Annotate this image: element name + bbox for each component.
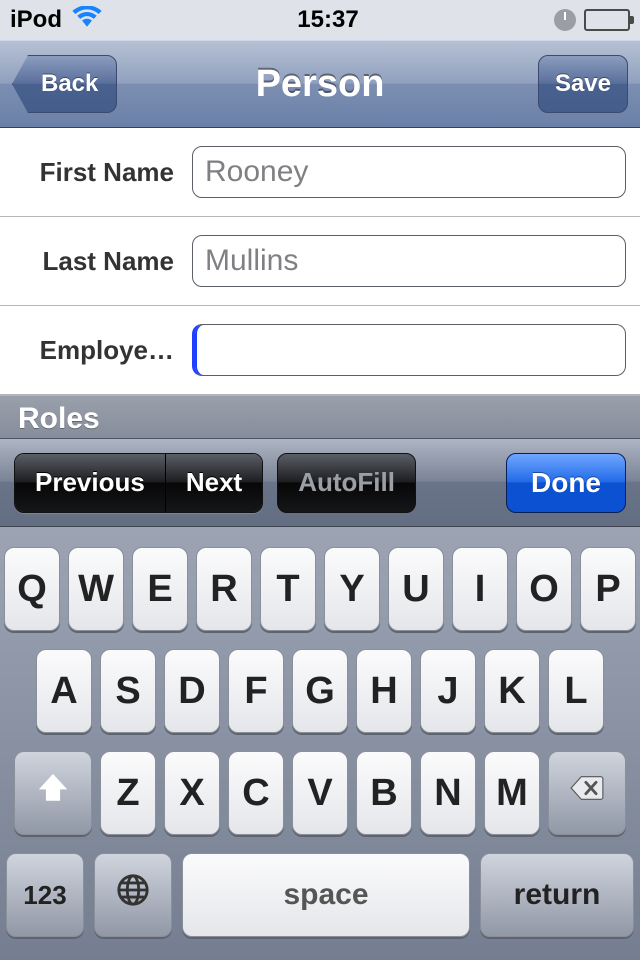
backspace-icon <box>570 771 604 815</box>
key-w[interactable]: W <box>68 547 124 631</box>
employee-input[interactable] <box>192 324 626 376</box>
keyboard: QWERTYUIOP ASDFGHJKL ZXCVBNM 123 space r… <box>0 526 640 960</box>
key-b[interactable]: B <box>356 751 412 835</box>
key-j[interactable]: J <box>420 649 476 733</box>
key-x[interactable]: X <box>164 751 220 835</box>
next-button[interactable]: Next <box>165 454 262 512</box>
key-i[interactable]: I <box>452 547 508 631</box>
battery-icon <box>584 9 630 31</box>
done-button[interactable]: Done <box>506 453 626 513</box>
save-button[interactable]: Save <box>538 55 628 113</box>
key-d[interactable]: D <box>164 649 220 733</box>
key-o[interactable]: O <box>516 547 572 631</box>
return-key[interactable]: return <box>480 853 634 937</box>
clock-time: 15:37 <box>297 6 358 34</box>
shift-icon <box>36 771 70 815</box>
key-z[interactable]: Z <box>100 751 156 835</box>
globe-icon <box>116 873 150 917</box>
key-v[interactable]: V <box>292 751 348 835</box>
roles-section-header: Roles <box>0 395 640 443</box>
key-c[interactable]: C <box>228 751 284 835</box>
key-r[interactable]: R <box>196 547 252 631</box>
numbers-key[interactable]: 123 <box>6 853 84 937</box>
form-accessory-bar: Previous Next AutoFill Done <box>0 438 640 526</box>
last-name-input[interactable] <box>192 235 626 287</box>
employee-row: Employe… <box>0 306 640 395</box>
autofill-button[interactable]: AutoFill <box>277 453 416 513</box>
key-t[interactable]: T <box>260 547 316 631</box>
globe-key[interactable] <box>94 853 172 937</box>
clock-icon <box>554 9 576 31</box>
key-s[interactable]: S <box>100 649 156 733</box>
key-m[interactable]: M <box>484 751 540 835</box>
key-e[interactable]: E <box>132 547 188 631</box>
nav-bar: Back Person Save <box>0 40 640 128</box>
space-key[interactable]: space <box>182 853 470 937</box>
key-h[interactable]: H <box>356 649 412 733</box>
last-name-row: Last Name <box>0 217 640 306</box>
prev-next-group: Previous Next <box>14 453 263 513</box>
back-button[interactable]: Back <box>12 55 117 113</box>
save-button-label: Save <box>555 70 611 98</box>
key-y[interactable]: Y <box>324 547 380 631</box>
key-u[interactable]: U <box>388 547 444 631</box>
carrier-label: iPod <box>10 6 62 34</box>
key-q[interactable]: Q <box>4 547 60 631</box>
back-button-label: Back <box>41 70 98 98</box>
employee-label: Employe… <box>14 335 192 366</box>
key-f[interactable]: F <box>228 649 284 733</box>
previous-button[interactable]: Previous <box>15 454 165 512</box>
key-l[interactable]: L <box>548 649 604 733</box>
key-k[interactable]: K <box>484 649 540 733</box>
key-a[interactable]: A <box>36 649 92 733</box>
last-name-label: Last Name <box>14 246 192 277</box>
key-g[interactable]: G <box>292 649 348 733</box>
first-name-row: First Name <box>0 128 640 217</box>
first-name-input[interactable] <box>192 146 626 198</box>
shift-key[interactable] <box>14 751 92 835</box>
status-bar: iPod 15:37 <box>0 0 640 40</box>
wifi-icon <box>72 6 102 35</box>
first-name-label: First Name <box>14 157 192 188</box>
key-p[interactable]: P <box>580 547 636 631</box>
backspace-key[interactable] <box>548 751 626 835</box>
key-n[interactable]: N <box>420 751 476 835</box>
